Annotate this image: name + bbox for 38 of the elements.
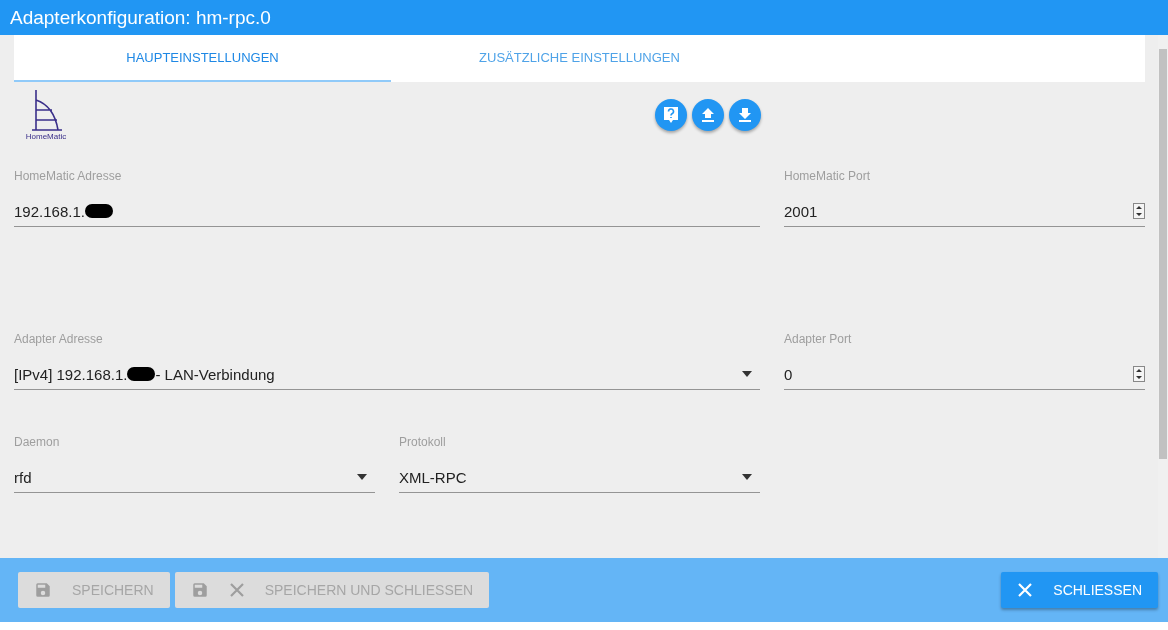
logo-caption: HomeMatic	[25, 132, 67, 141]
field-label: Daemon	[14, 435, 61, 449]
dropdown-caret-icon[interactable]	[357, 474, 367, 480]
dropdown-caret-icon[interactable]	[742, 371, 752, 377]
download-button[interactable]	[729, 99, 761, 131]
field-label: HomeMatic Port	[784, 169, 872, 183]
field-label: Adapter Port	[784, 332, 853, 346]
tab[interactable]: HAUPTEINSTELLUNGEN	[14, 35, 391, 82]
field-value: rfd	[14, 468, 32, 486]
spin-buttons-icon[interactable]	[1133, 366, 1145, 382]
field-value: 192.168.1.	[14, 202, 85, 220]
field-value: 0	[784, 365, 793, 383]
input-field[interactable]: Adapter Port 0	[784, 327, 1145, 390]
scrollbar-thumb[interactable]	[1159, 49, 1167, 459]
dropdown-field[interactable]: Daemon rfd	[14, 430, 375, 493]
help-button[interactable]	[655, 99, 687, 131]
field-label: Adapter Adresse	[14, 332, 104, 346]
download-icon	[738, 107, 752, 123]
close-icon	[1017, 582, 1034, 598]
save-icon	[34, 581, 52, 599]
field-value: - LAN-Verbindung	[155, 365, 275, 383]
spin-buttons-icon[interactable]	[1133, 203, 1145, 219]
input-field[interactable]: HomeMatic Port 2001	[784, 164, 1145, 227]
field-label: Protokoll	[399, 435, 447, 449]
upload-button[interactable]	[692, 99, 724, 131]
upload-icon	[701, 107, 715, 123]
save-icon	[190, 581, 209, 599]
field-label: HomeMatic Adresse	[14, 169, 123, 183]
help-icon	[663, 106, 679, 124]
dropdown-field[interactable]: Protokoll XML-RPC	[399, 430, 760, 493]
field-value: XML-RPC	[399, 468, 467, 486]
input-field[interactable]: HomeMatic Adresse 192.168.1.	[14, 164, 760, 227]
field-value: [IPv4] 192.168.1.	[14, 365, 128, 383]
window-title: Adapterkonfiguration: hm-rpc.0	[0, 0, 1168, 35]
field-value: 2001	[784, 202, 818, 220]
close-icon	[228, 582, 245, 598]
dropdown-caret-icon[interactable]	[742, 474, 752, 480]
dropdown-field[interactable]: Adapter Adresse [IPv4] 192.168.1. - LAN-Verbindung	[14, 327, 760, 390]
